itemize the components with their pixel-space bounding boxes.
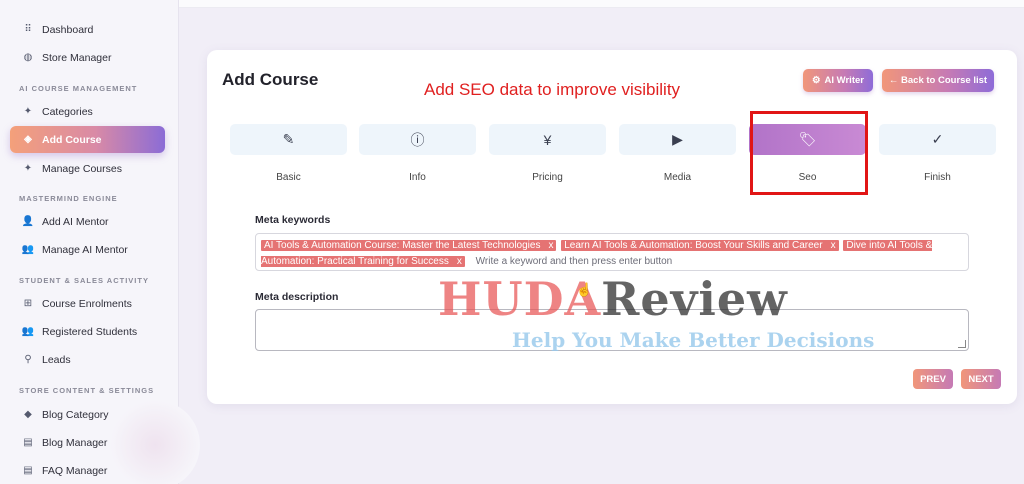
tag-icon: ◆ xyxy=(24,409,32,420)
sidebar-item-label: Store Manager xyxy=(42,51,112,64)
sidebar-item-label: Manage Courses xyxy=(42,162,122,175)
info-icon: ⓘ xyxy=(410,131,425,148)
document-icon: ▤ xyxy=(23,437,33,448)
sidebar-item-blog-manager[interactable]: ▤ Blog Manager xyxy=(10,429,165,456)
robot-icon: ⚙ xyxy=(812,75,821,86)
step-label: Pricing xyxy=(532,172,563,183)
meta-keywords-input[interactable]: AI Tools & Automation Course: Master the… xyxy=(255,233,969,271)
meta-description-label: Meta description xyxy=(255,291,339,303)
sidebar-heading: STORE CONTENT & SETTINGS xyxy=(19,386,155,395)
keyword-tag: AI Tools & Automation Course: Master the… xyxy=(261,240,557,251)
step-info[interactable]: ⓘ Info xyxy=(359,124,476,183)
mouse-cursor-icon: ☝ xyxy=(576,282,593,297)
sidebar-item-course-enrolments[interactable]: ⊞ Course Enrolments xyxy=(10,290,165,317)
keyword-tag: Learn AI Tools & Automation: Boost Your … xyxy=(561,240,839,251)
sidebar-heading: STUDENT & SALES ACTIVITY xyxy=(19,276,149,285)
sidebar-item-label: Categories xyxy=(42,105,93,118)
step-label: Info xyxy=(409,172,426,183)
watermark-huda: HUDA xyxy=(438,272,602,326)
pen-icon: ✎ xyxy=(282,131,295,147)
sidebar-item-label: Manage AI Mentor xyxy=(42,243,128,256)
ai-writer-label: AI Writer xyxy=(824,75,864,86)
keyword-placeholder[interactable]: Write a keyword and then press enter but… xyxy=(476,256,673,267)
back-button-label: ← Back to Course list xyxy=(888,75,988,86)
step-tile[interactable]: ✎ xyxy=(230,124,347,155)
step-label: Media xyxy=(663,172,692,183)
users-icon: 👥 xyxy=(21,244,35,255)
yen-icon: ¥ xyxy=(543,131,552,148)
step-tile[interactable]: ▶ xyxy=(619,124,736,155)
sidebar-item-label: Add AI Mentor xyxy=(42,215,109,228)
globe-icon: ◍ xyxy=(23,52,33,63)
users-icon: 👥 xyxy=(21,326,35,337)
sidebar-item-label: Registered Students xyxy=(42,325,138,338)
step-basic[interactable]: ✎ Basic xyxy=(230,124,347,183)
sidebar-item-manage-ai-mentor[interactable]: 👥 Manage AI Mentor xyxy=(10,236,165,263)
step-tile[interactable]: ⓘ xyxy=(359,124,476,155)
watermark-review: Review xyxy=(601,272,788,326)
sidebar-heading: AI COURSE MANAGEMENT xyxy=(19,84,138,93)
top-bar xyxy=(179,0,1024,8)
basket-icon: ◈ xyxy=(24,134,32,145)
sidebar-heading: MASTERMIND ENGINE xyxy=(19,194,118,203)
step-tile[interactable]: ¥ xyxy=(489,124,606,155)
back-to-course-list-button[interactable]: ← Back to Course list xyxy=(882,69,994,92)
sitemap-icon: ⊞ xyxy=(23,298,33,309)
sidebar-item-label: Add Course xyxy=(42,133,102,146)
page-title: Add Course xyxy=(222,70,319,89)
step-label: Finish xyxy=(924,172,951,183)
sidebar-item-label: Course Enrolments xyxy=(42,297,132,310)
ai-writer-button[interactable]: ⚙ AI Writer xyxy=(803,69,873,92)
grid-icon: ⠿ xyxy=(24,24,32,35)
step-media[interactable]: ▶ Media xyxy=(619,124,736,183)
sidebar-item-blog-category[interactable]: ◆ Blog Category xyxy=(10,401,165,428)
watermark-tagline: Help You Make Better Decisions xyxy=(512,328,875,352)
sidebar-item-label: Blog Manager xyxy=(42,436,108,449)
sidebar-item-leads[interactable]: ⚲ Leads xyxy=(10,346,165,373)
sidebar-item-dashboard[interactable]: ⠿ Dashboard xyxy=(10,16,165,43)
prev-button[interactable]: PREV xyxy=(913,369,953,389)
step-finish[interactable]: ✓ Finish xyxy=(879,124,996,183)
next-button[interactable]: NEXT xyxy=(961,369,1001,389)
sidebar-item-categories[interactable]: ✦ Categories xyxy=(10,98,165,125)
sidebar: ⠿ Dashboard ◍ Store Manager AI COURSE MA… xyxy=(0,0,200,484)
highlight-box xyxy=(750,111,868,195)
user-search-icon: ⚲ xyxy=(24,354,32,365)
step-pricing[interactable]: ¥ Pricing xyxy=(489,124,606,183)
sidebar-item-registered-students[interactable]: 👥 Registered Students xyxy=(10,318,165,345)
keyword-text: AI Tools & Automation Course: Master the… xyxy=(264,240,541,251)
sidebar-item-add-course[interactable]: ◈ Add Course xyxy=(10,126,165,153)
sidebar-item-store-manager[interactable]: ◍ Store Manager xyxy=(10,44,165,71)
meta-keywords-label: Meta keywords xyxy=(255,214,331,226)
annotation-text: Add SEO data to improve visibility xyxy=(424,80,681,99)
sidebar-item-label: Dashboard xyxy=(42,23,94,36)
step-label: Basic xyxy=(276,172,301,183)
bulb-icon: ✦ xyxy=(23,106,33,117)
sidebar-item-add-ai-mentor[interactable]: 👤 Add AI Mentor xyxy=(10,208,165,235)
user-plus-icon: 👤 xyxy=(21,216,35,227)
step-tile[interactable]: ✓ xyxy=(879,124,996,155)
sidebar-item-manage-courses[interactable]: ✦ Manage Courses xyxy=(10,155,165,182)
remove-keyword-icon[interactable]: x xyxy=(548,240,553,251)
keyword-text: Learn AI Tools & Automation: Boost Your … xyxy=(564,240,823,251)
resize-handle-icon[interactable] xyxy=(958,340,966,348)
sidebar-item-faq-manager[interactable]: ▤ FAQ Manager xyxy=(10,457,165,484)
bulb-icon: ✦ xyxy=(23,163,33,174)
remove-keyword-icon[interactable]: x xyxy=(831,240,836,251)
check-circle-icon: ✓ xyxy=(931,131,944,147)
media-icon: ▶ xyxy=(672,131,683,147)
sidebar-item-label: Blog Category xyxy=(42,408,109,421)
document-icon: ▤ xyxy=(23,465,33,476)
sidebar-item-label: FAQ Manager xyxy=(42,464,108,477)
remove-keyword-icon[interactable]: x xyxy=(457,256,462,267)
sidebar-item-label: Leads xyxy=(42,353,71,366)
watermark-logo: HUDAReview xyxy=(438,276,788,322)
